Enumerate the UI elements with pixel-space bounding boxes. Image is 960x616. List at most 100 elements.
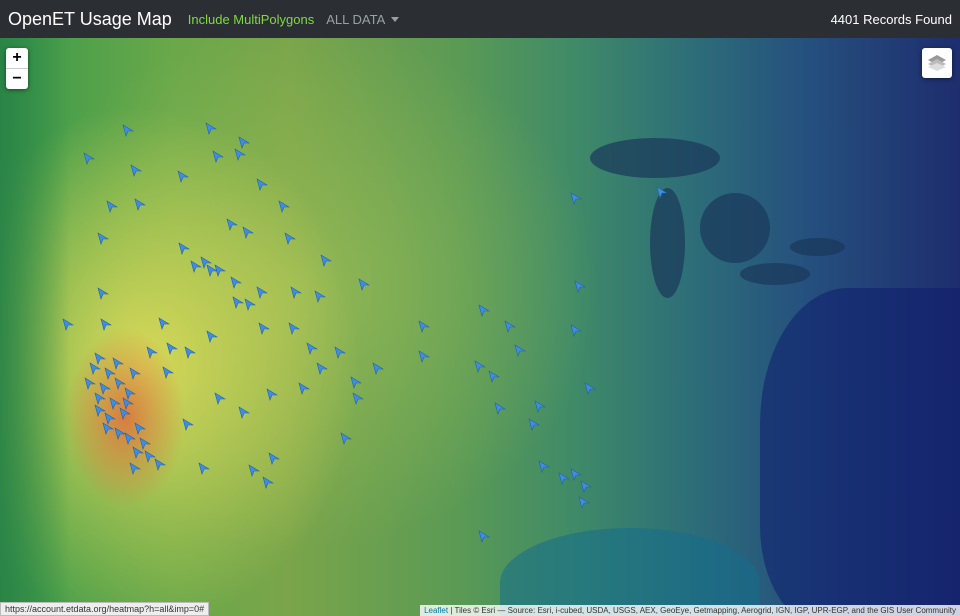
location-marker[interactable] bbox=[494, 402, 506, 415]
map-canvas[interactable]: + − Leaflet | Tiles © Esri — Source: Esr… bbox=[0, 38, 960, 616]
location-marker[interactable] bbox=[205, 122, 217, 135]
location-marker[interactable] bbox=[358, 278, 370, 291]
location-marker[interactable] bbox=[534, 400, 546, 413]
location-marker[interactable] bbox=[62, 318, 74, 331]
location-marker[interactable] bbox=[514, 344, 526, 357]
location-marker[interactable] bbox=[214, 392, 226, 405]
status-bar-url: https://account.etdata.org/heatmap?h=all… bbox=[0, 602, 210, 616]
location-marker[interactable] bbox=[84, 377, 96, 390]
data-filter-dropdown[interactable]: ALL DATA bbox=[326, 12, 400, 27]
location-marker[interactable] bbox=[584, 382, 596, 395]
app-title[interactable]: OpenET Usage Map bbox=[8, 9, 172, 30]
location-marker[interactable] bbox=[334, 346, 346, 359]
location-marker[interactable] bbox=[478, 304, 490, 317]
location-marker[interactable] bbox=[232, 296, 244, 309]
location-marker[interactable] bbox=[122, 397, 134, 410]
location-marker[interactable] bbox=[102, 422, 114, 435]
location-marker[interactable] bbox=[206, 330, 218, 343]
lake-huron bbox=[700, 193, 770, 263]
location-marker[interactable] bbox=[418, 350, 430, 363]
location-marker[interactable] bbox=[570, 324, 582, 337]
records-count: 4401 Records Found bbox=[830, 11, 952, 27]
location-marker[interactable] bbox=[352, 392, 364, 405]
location-marker[interactable] bbox=[146, 346, 158, 359]
location-marker[interactable] bbox=[177, 170, 189, 183]
location-marker[interactable] bbox=[226, 218, 238, 231]
location-marker[interactable] bbox=[190, 260, 202, 273]
zoom-control: + − bbox=[6, 48, 28, 89]
location-marker[interactable] bbox=[182, 418, 194, 431]
leaflet-link[interactable]: Leaflet bbox=[424, 606, 448, 615]
location-marker[interactable] bbox=[184, 346, 196, 359]
location-marker[interactable] bbox=[488, 370, 500, 383]
lake-michigan bbox=[650, 188, 685, 298]
location-marker[interactable] bbox=[112, 357, 124, 370]
layers-button[interactable] bbox=[922, 48, 952, 78]
location-marker[interactable] bbox=[122, 124, 134, 137]
location-marker[interactable] bbox=[248, 464, 260, 477]
location-marker[interactable] bbox=[306, 342, 318, 355]
location-marker[interactable] bbox=[134, 198, 146, 211]
location-marker[interactable] bbox=[106, 200, 118, 213]
location-marker[interactable] bbox=[266, 388, 278, 401]
location-marker[interactable] bbox=[97, 287, 109, 300]
location-marker[interactable] bbox=[130, 164, 142, 177]
location-marker[interactable] bbox=[558, 472, 570, 485]
location-marker[interactable] bbox=[154, 458, 166, 471]
location-marker[interactable] bbox=[528, 418, 540, 431]
location-marker[interactable] bbox=[538, 460, 550, 473]
caret-down-icon bbox=[391, 16, 400, 22]
location-marker[interactable] bbox=[288, 322, 300, 335]
location-marker[interactable] bbox=[258, 322, 270, 335]
location-marker[interactable] bbox=[234, 148, 246, 161]
location-marker[interactable] bbox=[97, 232, 109, 245]
gulf-of-mexico bbox=[500, 528, 760, 616]
location-marker[interactable] bbox=[238, 406, 250, 419]
location-marker[interactable] bbox=[89, 362, 101, 375]
location-marker[interactable] bbox=[212, 150, 224, 163]
location-marker[interactable] bbox=[290, 286, 302, 299]
location-marker[interactable] bbox=[230, 276, 242, 289]
location-marker[interactable] bbox=[162, 366, 174, 379]
location-marker[interactable] bbox=[166, 342, 178, 355]
location-marker[interactable] bbox=[83, 152, 95, 165]
location-marker[interactable] bbox=[570, 192, 582, 205]
location-marker[interactable] bbox=[314, 290, 326, 303]
location-marker[interactable] bbox=[320, 254, 332, 267]
location-marker[interactable] bbox=[256, 286, 268, 299]
location-marker[interactable] bbox=[316, 362, 328, 375]
location-marker[interactable] bbox=[256, 178, 268, 191]
zoom-in-button[interactable]: + bbox=[6, 48, 28, 68]
location-marker[interactable] bbox=[478, 530, 490, 543]
location-marker[interactable] bbox=[580, 480, 592, 493]
location-marker[interactable] bbox=[214, 264, 226, 277]
location-marker[interactable] bbox=[114, 427, 126, 440]
location-marker[interactable] bbox=[284, 232, 296, 245]
lake-superior bbox=[590, 138, 720, 178]
location-marker[interactable] bbox=[244, 298, 256, 311]
location-marker[interactable] bbox=[350, 376, 362, 389]
location-marker[interactable] bbox=[278, 200, 290, 213]
location-marker[interactable] bbox=[268, 452, 280, 465]
location-marker[interactable] bbox=[340, 432, 352, 445]
atlantic-ocean bbox=[760, 288, 960, 616]
location-marker[interactable] bbox=[656, 186, 668, 199]
location-marker[interactable] bbox=[474, 360, 486, 373]
location-marker[interactable] bbox=[372, 362, 384, 375]
location-marker[interactable] bbox=[129, 367, 141, 380]
location-marker[interactable] bbox=[132, 446, 144, 459]
location-marker[interactable] bbox=[242, 226, 254, 239]
location-marker[interactable] bbox=[198, 462, 210, 475]
location-marker[interactable] bbox=[129, 462, 141, 475]
location-marker[interactable] bbox=[262, 476, 274, 489]
location-marker[interactable] bbox=[578, 496, 590, 509]
location-marker[interactable] bbox=[158, 317, 170, 330]
location-marker[interactable] bbox=[418, 320, 430, 333]
location-marker[interactable] bbox=[504, 320, 516, 333]
location-marker[interactable] bbox=[298, 382, 310, 395]
location-marker[interactable] bbox=[100, 318, 112, 331]
location-marker[interactable] bbox=[574, 280, 586, 293]
zoom-out-button[interactable]: − bbox=[6, 68, 28, 89]
location-marker[interactable] bbox=[178, 242, 190, 255]
include-multipolygons-link[interactable]: Include MultiPolygons bbox=[188, 12, 314, 27]
